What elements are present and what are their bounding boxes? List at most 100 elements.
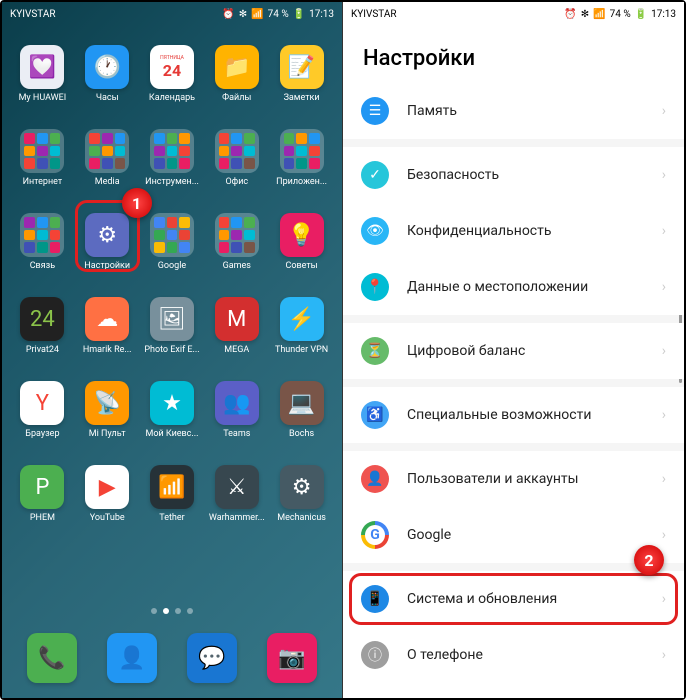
settings-item-конфиденциальность[interactable]: 👁Конфиденциальность›: [343, 203, 684, 259]
marker-2: 2: [634, 545, 664, 575]
setting-icon: 📍: [361, 273, 389, 301]
settings-item-цифровой-баланс[interactable]: ⏳Цифровой баланс›: [343, 323, 684, 379]
setting-label: Цифровой баланс: [407, 343, 644, 359]
home-grid: 💟My HUAWEI🕐ЧасыПЯТНИЦА24Календарь 📁 Файлы 📝…: [2, 26, 342, 604]
app-заметки[interactable]: 📝Заметки: [271, 34, 332, 114]
settings-divider: [343, 563, 684, 571]
dock-icon[interactable]: 👤: [107, 633, 157, 683]
signal-icon: 📶: [251, 9, 263, 20]
folder-icon: [20, 129, 64, 173]
app-советы[interactable]: 💡 Советы: [271, 202, 332, 282]
setting-label: Безопасность: [407, 167, 644, 183]
app-label: Thunder VPN: [275, 345, 328, 355]
time-label: 17:13: [309, 9, 334, 20]
app-офис[interactable]: Офис: [206, 118, 267, 198]
app-icon: 💻: [280, 381, 324, 425]
battery-label: 74 %: [610, 9, 631, 20]
alarm-icon: ⏰: [564, 9, 576, 20]
app-мой-киевс-[interactable]: ★ Мой Киевс...: [142, 370, 203, 450]
app-label: Приложен...: [276, 177, 327, 187]
app-label: Google: [158, 261, 186, 271]
app-label: Офис: [225, 177, 248, 187]
settings-item-память[interactable]: ☰Память›: [343, 83, 684, 139]
app-photo-exif-e-[interactable]: 🖼Photo Exif E...: [142, 286, 203, 366]
folder-icon: [215, 129, 259, 173]
battery-icon: 🔋: [635, 9, 647, 20]
app-media[interactable]: Media: [77, 118, 138, 198]
app-календарь[interactable]: ПЯТНИЦА24Календарь: [142, 34, 203, 114]
app-icon: 💡: [280, 213, 324, 257]
app-настройки[interactable]: ⚙Настройки1: [77, 202, 138, 282]
app-icon: 📁: [215, 45, 259, 89]
app-mega[interactable]: MMEGA: [206, 286, 267, 366]
app-label: Интернет: [23, 177, 63, 187]
app-games[interactable]: Games: [206, 202, 267, 282]
settings-item-безопасность[interactable]: ✓Безопасность›: [343, 147, 684, 203]
app-icon: ⚔: [215, 465, 259, 509]
app-label: Мой Киевс...: [145, 429, 198, 439]
app-инструмен-[interactable]: Инструмен...: [142, 118, 203, 198]
app-label: My HUAWEI: [19, 93, 67, 103]
app-teams[interactable]: 👥Teams: [206, 370, 267, 450]
folder-icon: [150, 213, 194, 257]
app-my-huawei[interactable]: 💟My HUAWEI: [12, 34, 73, 114]
app-label: Mechanicus: [277, 513, 326, 523]
app-icon: 📝: [280, 45, 324, 89]
dock-icon[interactable]: 📞: [27, 633, 77, 683]
app-часы[interactable]: 🕐Часы: [77, 34, 138, 114]
dock-icon[interactable]: 📷: [267, 633, 317, 683]
app-thunder-vpn[interactable]: ⚡Thunder VPN: [271, 286, 332, 366]
settings-item-google[interactable]: GGoogle›: [343, 507, 684, 563]
app-bochs[interactable]: 💻 Bochs: [271, 370, 332, 450]
settings-item-о-телефоне[interactable]: ⓘО телефоне›: [343, 627, 684, 683]
app-icon: ▶: [85, 465, 129, 509]
settings-divider: [343, 443, 684, 451]
app-label: Teams: [223, 429, 250, 439]
app-icon: ★: [150, 381, 194, 425]
alarm-icon: ⏰: [222, 9, 234, 20]
app-youtube[interactable]: ▶ YouTube: [77, 454, 138, 534]
dock: 📞 👤 💬 📷: [2, 618, 342, 698]
folder-icon: [215, 213, 259, 257]
app-label: Советы: [285, 261, 317, 271]
settings-divider: [343, 139, 684, 147]
setting-label: Система и обновления: [407, 591, 644, 607]
settings-title: Настройки: [343, 26, 684, 83]
app-файлы[interactable]: 📁 Файлы: [206, 34, 267, 114]
app-label: YouTube: [90, 513, 125, 523]
app-интернет[interactable]: Интернет: [12, 118, 73, 198]
app-google[interactable]: Google: [142, 202, 203, 282]
setting-icon: G: [361, 521, 389, 549]
setting-label: Память: [407, 103, 644, 119]
app-privat24[interactable]: 24Privat24: [12, 286, 73, 366]
folder-icon: [280, 129, 324, 173]
app-label: Bochs: [289, 429, 314, 439]
app-связь[interactable]: Связь: [12, 202, 73, 282]
app-warhammer-[interactable]: ⚔Warhammer...: [206, 454, 267, 534]
app-hmarik-re-[interactable]: ☁Hmarik Re...: [77, 286, 138, 366]
settings-item-пользователи-и-аккаунты[interactable]: 👤Пользователи и аккаунты›: [343, 451, 684, 507]
app-icon: P: [20, 465, 64, 509]
app-label: Часы: [96, 93, 119, 103]
app-браузер[interactable]: YБраузер: [12, 370, 73, 450]
settings-list[interactable]: ☰Память› ✓Безопасность›👁Конфиденциальност…: [343, 83, 684, 698]
setting-label: Google: [407, 527, 644, 543]
status-bar: KYIVSTAR ⏰ ✻ 📶 74 % 🔋 17:13: [2, 2, 342, 26]
settings-item-система-и-обновления[interactable]: 📱Система и обновления›2: [343, 571, 684, 627]
app-label: Файлы: [222, 93, 251, 103]
battery-icon: 🔋: [293, 9, 305, 20]
status-bar: KYIVSTAR ⏰ ✻ 📶 74 % 🔋 17:13: [343, 2, 684, 26]
app-mechanicus[interactable]: ⚙Mechanicus: [271, 454, 332, 534]
settings-item-данные-о-местоположении[interactable]: 📍Данные о местоположении›: [343, 259, 684, 315]
app-tether[interactable]: 📶Tether: [142, 454, 203, 534]
setting-label: О телефоне: [407, 647, 644, 663]
app-phem[interactable]: PPHEM: [12, 454, 73, 534]
chevron-right-icon: ›: [662, 647, 666, 663]
app-приложен-[interactable]: Приложен...: [271, 118, 332, 198]
setting-label: Данные о местоположении: [407, 279, 644, 295]
setting-icon: 👁: [361, 217, 389, 245]
settings-item-специальные-возможности[interactable]: ♿Специальные возможности›: [343, 387, 684, 443]
app-mi-пульт[interactable]: 📡Mi Пульт: [77, 370, 138, 450]
dock-icon[interactable]: 💬: [187, 633, 237, 683]
app-label: MEGA: [224, 345, 249, 355]
